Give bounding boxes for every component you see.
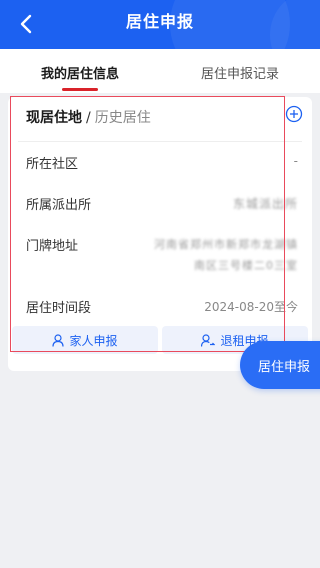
tab-bar: 我的居住信息 居住申报记录 [0, 49, 320, 93]
family-declare-label: 家人申报 [69, 333, 118, 348]
period-value: 2024-08-20至今 [204, 300, 298, 314]
police-station-label: 所属派出所 [26, 198, 92, 213]
address-label: 门牌地址 [26, 239, 79, 254]
person-arrow-icon [201, 333, 216, 347]
address-value-line1: 河南省郑州市新郑市龙湖镇 [154, 238, 298, 251]
app-header: 居住申报 [0, 0, 320, 49]
tab-label: 我的居住信息 [40, 67, 119, 82]
history-residence-tab[interactable]: 历史居住 [95, 110, 151, 126]
page-title: 居住申报 [125, 12, 194, 31]
active-tab-indicator [62, 88, 98, 91]
residence-card: 现居住地 / 历史居住 所在社区 - 所属派出所 东城派出所 门牌地址 河南省郑州市… [8, 97, 312, 371]
fab-label: 居住申报 [258, 359, 311, 375]
residence-declare-fab[interactable]: 居住申报 [240, 341, 320, 389]
tab-declaration-records[interactable]: 居住申报记录 [160, 49, 320, 93]
header-separator: / [86, 110, 91, 126]
address-value-line2: 南区三号楼二0三室 [194, 259, 298, 272]
community-label: 所在社区 [26, 157, 79, 172]
person-icon [52, 333, 65, 347]
family-declare-button[interactable]: 家人申报 [12, 326, 158, 354]
period-label: 居住时间段 [26, 301, 92, 316]
divider [18, 141, 302, 142]
tab-my-residence-info[interactable]: 我的居住信息 [0, 49, 160, 93]
current-residence-tab[interactable]: 现居住地 [26, 110, 82, 126]
add-circle-icon[interactable] [285, 105, 303, 123]
police-station-value: 东城派出所 [232, 197, 298, 211]
tab-label: 居住申报记录 [200, 67, 279, 82]
community-value: - [293, 154, 298, 168]
card-header: 现居住地 / 历史居住 [26, 107, 151, 127]
